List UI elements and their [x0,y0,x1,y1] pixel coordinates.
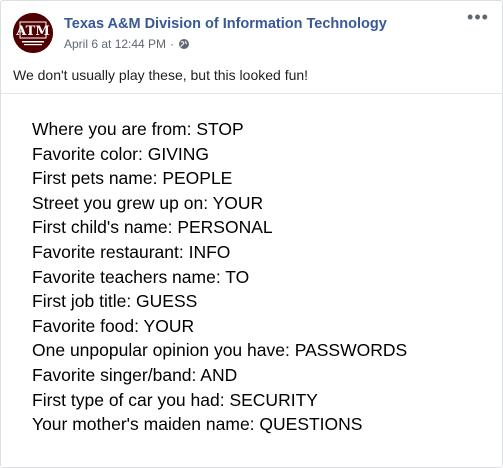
post-caption: We don't usually play these, but this lo… [13,67,309,83]
image-text-line: Your mother's maiden name: QUESTIONS [32,414,363,435]
image-text-line: Favorite color: GIVING [32,143,209,164]
image-text-line: First pets name: PEOPLE [32,168,233,189]
post-image[interactable]: Where you are from: STOP Favorite color: … [1,93,502,467]
post-timestamp[interactable]: April 6 at 12:44 PM [64,37,166,51]
image-text-line: One unpopular opinion you have: PASSWORD… [32,340,408,361]
image-text-line: First job title: GUESS [32,291,198,312]
image-text-line: Favorite teachers name: TO [32,266,250,287]
image-text-line: First child's name: PERSONAL [32,217,273,238]
image-text-list: Where you are from: STOP Favorite color: … [32,117,407,437]
page-name-link[interactable]: Texas A&M Division of Information Techno… [64,16,387,32]
tamu-logo-icon: ATM [13,13,53,53]
image-text-line: Favorite food: YOUR [32,315,195,336]
image-text-line: Favorite singer/band: AND [32,364,238,385]
facebook-post: ATM Texas A&M Division of Information Te… [0,0,503,468]
meta-separator: · [170,37,175,51]
image-text-line: Street you grew up on: YOUR [32,192,264,213]
image-text-line: Favorite restaurant: INFO [32,241,231,262]
avatar[interactable]: ATM [13,13,53,53]
avatar-monogram: ATM [15,24,49,39]
post-header: ATM Texas A&M Division of Information Te… [13,8,490,57]
globe-icon[interactable] [178,38,190,50]
more-options-icon[interactable]: ••• [466,8,490,29]
post-meta: April 6 at 12:44 PM · [64,37,190,51]
image-text-line: First type of car you had: SECURITY [32,389,318,410]
image-text-line: Where you are from: STOP [32,119,244,139]
